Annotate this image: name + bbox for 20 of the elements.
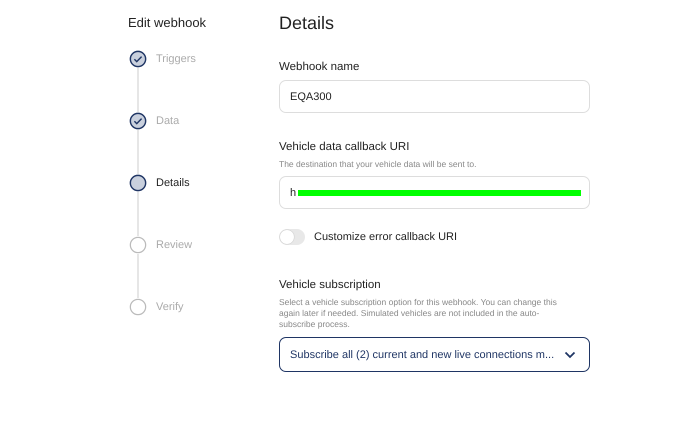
field-label: Vehicle data callback URI: [279, 141, 410, 153]
chevron-down-icon: [564, 350, 576, 358]
field-hint: The destination that your vehicle data will be sent to.: [279, 159, 478, 170]
field-hint: Select a vehicle subscription option for this webhook. You can change this again later if needed. Simulated vehicles are not included in the auto-subscribe process.: [279, 297, 558, 330]
webhook-name-field[interactable]: EQA300: [279, 80, 590, 113]
callback-uri-field[interactable]: h: [279, 176, 590, 209]
field-label: Vehicle subscription: [279, 279, 382, 291]
check-circle-icon: [129, 50, 147, 68]
field-value: h: [290, 186, 296, 198]
sidebar-title: Edit webhook: [128, 15, 208, 30]
empty-step-icon: [129, 236, 147, 254]
field-label: Webhook name: [279, 61, 360, 73]
subscription-dropdown[interactable]: Subscribe all (2) current and new live connections m...: [279, 337, 590, 372]
step-label[interactable]: Details: [156, 175, 190, 191]
check-circle-icon: [129, 112, 147, 130]
current-step-icon: [129, 174, 147, 192]
toggle-label: Customize error callback URI: [314, 231, 458, 243]
toggle-switch[interactable]: [279, 229, 305, 245]
section-title: Details: [279, 13, 336, 34]
empty-step-icon: [129, 298, 147, 316]
